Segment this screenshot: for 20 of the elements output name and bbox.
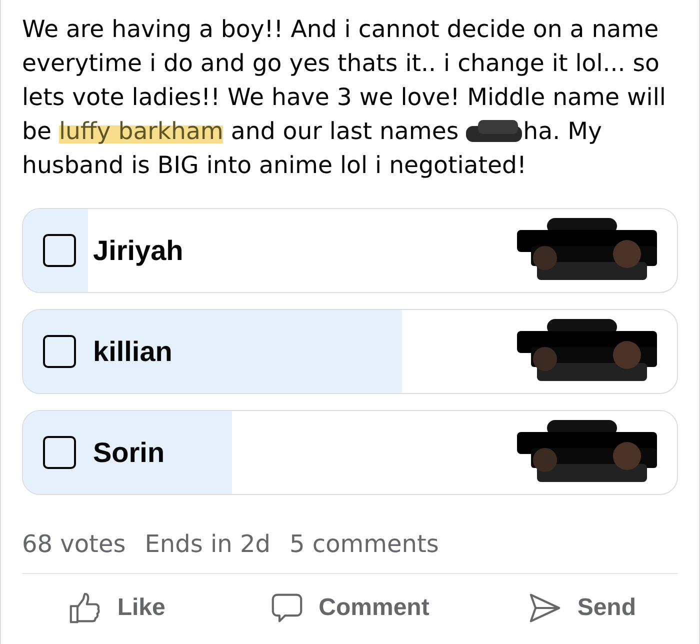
comment-count[interactable]: 5 comments bbox=[290, 529, 439, 559]
checkbox[interactable] bbox=[43, 335, 76, 368]
checkbox[interactable] bbox=[43, 234, 76, 267]
send-button[interactable]: Send bbox=[523, 588, 642, 628]
post-text: We are having a boy!! And i cannot decide on a name everytime i do and go yes thats it.. i change it lol... so lets vote ladies!! We have 3 we love! Middle name will be luffy barkham and our last names ha. My husband is BIG into anime lol i negotiated! bbox=[22, 14, 667, 181]
paper-plane-icon bbox=[529, 592, 562, 624]
option-label: killian bbox=[93, 336, 174, 368]
comment-button[interactable]: Comment bbox=[264, 588, 436, 628]
checkbox[interactable] bbox=[43, 436, 76, 469]
poll-option[interactable]: killian bbox=[22, 309, 678, 394]
scribble-icon bbox=[466, 120, 522, 144]
poll-deadline: Ends in 2d bbox=[144, 529, 270, 559]
thumbs-up-icon bbox=[69, 592, 102, 624]
option-label: Sorin bbox=[93, 436, 166, 468]
vote-count: 68 votes bbox=[22, 529, 126, 559]
poll-option[interactable]: Sorin bbox=[22, 410, 678, 495]
poll-option[interactable]: Jiriyah bbox=[22, 208, 678, 293]
speech-bubble-icon bbox=[270, 592, 303, 624]
like-button[interactable]: Like bbox=[63, 588, 172, 628]
option-label: Jiriyah bbox=[93, 234, 184, 266]
